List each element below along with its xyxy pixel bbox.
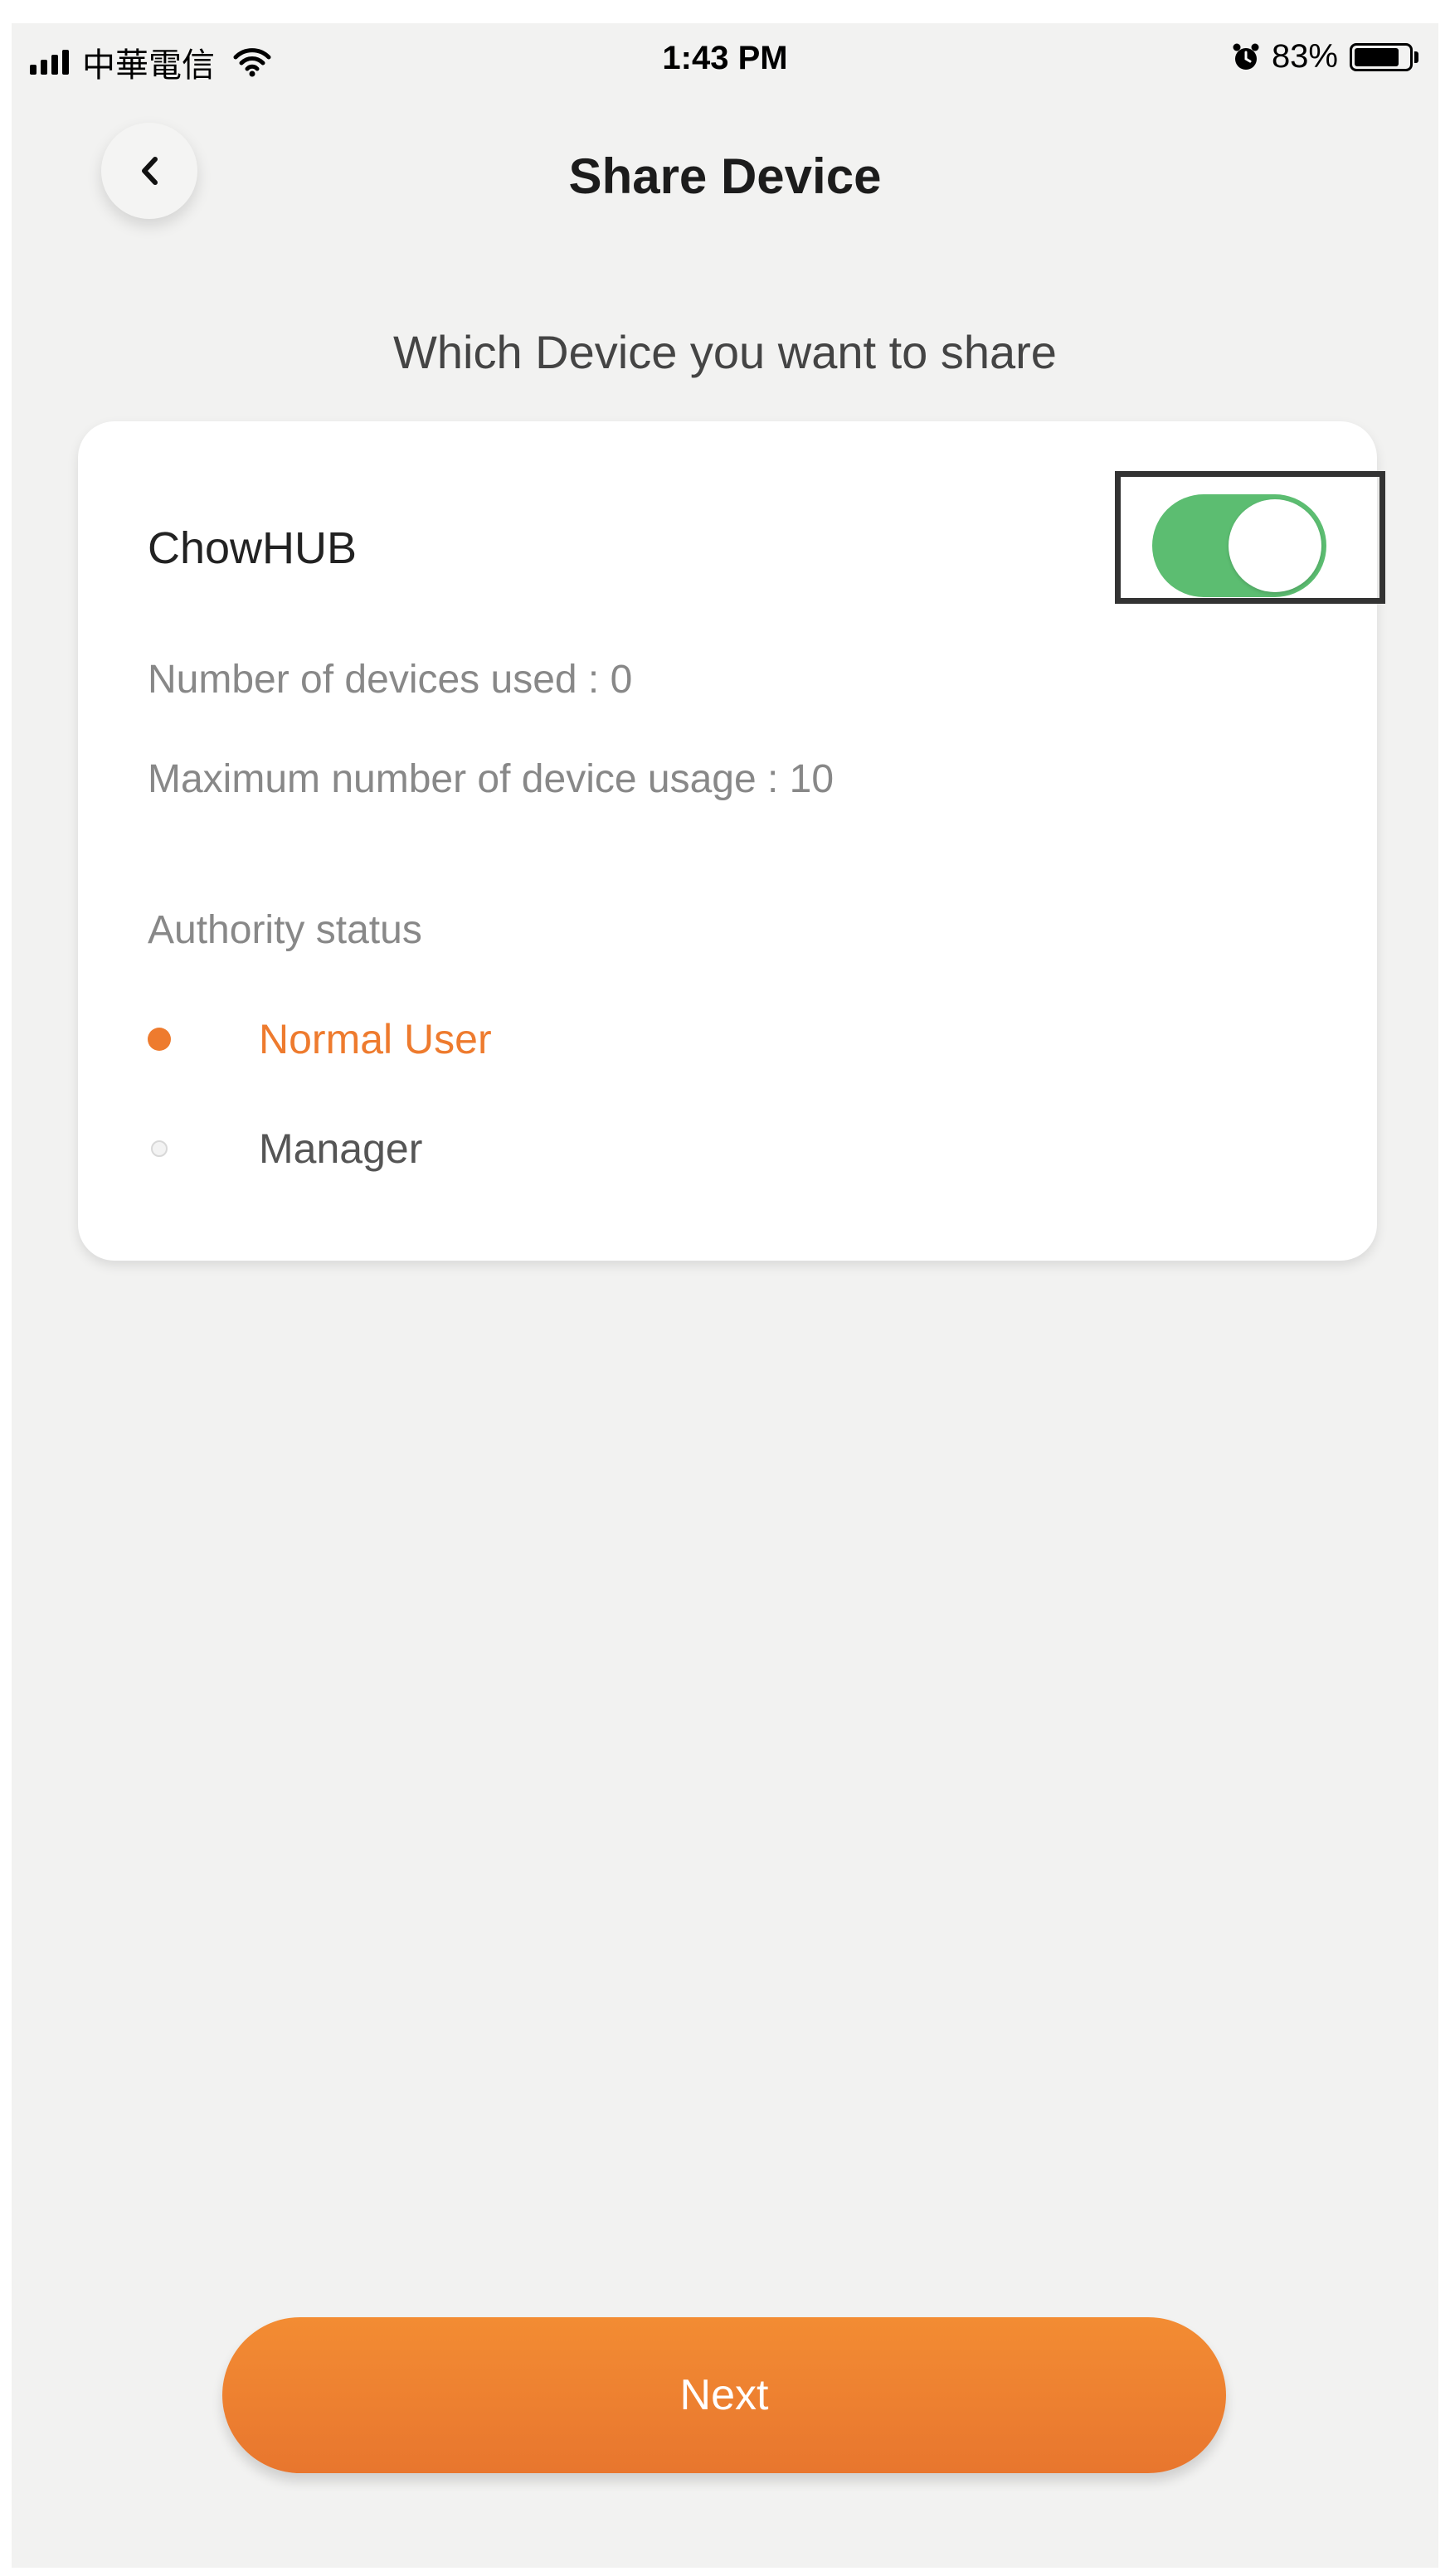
device-name: ChowHUB xyxy=(148,523,358,573)
battery-fill xyxy=(1355,47,1399,66)
radio-unselected-icon[interactable] xyxy=(151,1140,168,1157)
battery-tip xyxy=(1414,51,1418,63)
next-button-label: Next xyxy=(679,2371,769,2419)
radio-manager[interactable]: Manager xyxy=(148,1125,422,1173)
page-title: Share Device xyxy=(568,148,882,204)
max-usage-text: Maximum number of device usage : 10 xyxy=(148,757,834,801)
status-bar: 中華電信 1:43 PM 83% xyxy=(12,23,1438,106)
authority-status-label: Authority status xyxy=(148,908,422,952)
devices-used-text: Number of devices used : 0 xyxy=(148,658,633,702)
radio-label-manager[interactable]: Manager xyxy=(259,1125,422,1173)
radio-selected-icon[interactable] xyxy=(148,1028,171,1051)
device-card: ChowHUB Number of devices used : 0 Maxim… xyxy=(78,421,1385,1261)
share-device-screen: 中華電信 1:43 PM 83% Share Device Which Devi… xyxy=(12,23,1438,2568)
radio-normal-user[interactable]: Normal User xyxy=(148,1015,492,1063)
share-toggle[interactable] xyxy=(1152,494,1326,597)
toggle-knob xyxy=(1229,499,1321,592)
status-right: 83% xyxy=(1232,38,1418,75)
alarm-icon xyxy=(1233,43,1259,70)
next-button[interactable]: Next xyxy=(222,2317,1226,2473)
battery-percent: 83% xyxy=(1271,38,1338,75)
status-time: 1:43 PM xyxy=(662,40,788,76)
page-subtitle: Which Device you want to share xyxy=(393,326,1057,378)
radio-label-normal-user[interactable]: Normal User xyxy=(259,1015,492,1063)
battery-icon xyxy=(1350,42,1413,71)
